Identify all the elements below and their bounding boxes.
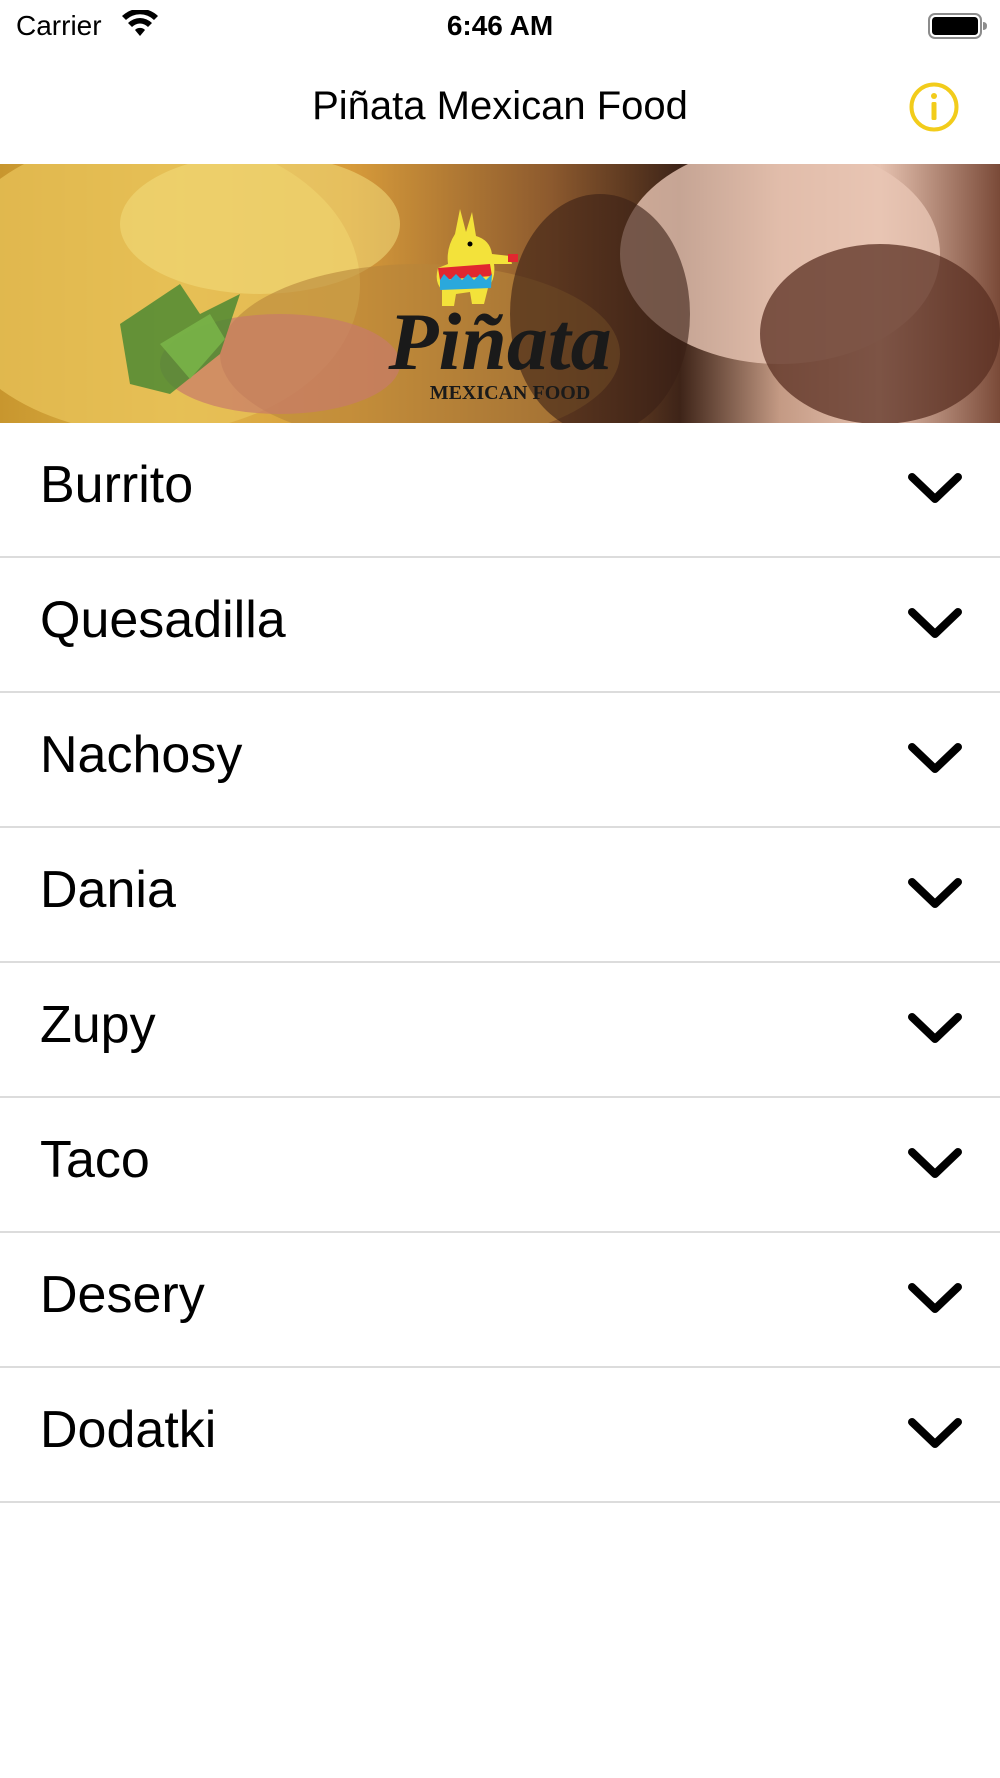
menu-category-row[interactable]: Burrito — [0, 423, 1000, 558]
menu-category-row[interactable]: Dania — [0, 828, 1000, 963]
status-bar: Carrier 6:46 AM — [0, 0, 1000, 54]
chevron-down-icon[interactable] — [906, 604, 964, 644]
svg-text:Piñata: Piñata — [387, 296, 611, 387]
menu-category-row[interactable]: Nachosy — [0, 693, 1000, 828]
menu-category-list: Burrito Quesadilla Nachosy Dania Zupy Ta… — [0, 423, 1000, 1503]
menu-category-label: Burrito — [40, 456, 194, 514]
svg-text:MEXICAN FOOD: MEXICAN FOOD — [430, 382, 591, 404]
chevron-down-icon[interactable] — [906, 469, 964, 509]
menu-category-label: Nachosy — [40, 726, 243, 784]
menu-category-label: Dania — [40, 861, 176, 919]
menu-category-label: Zupy — [40, 996, 156, 1054]
chevron-down-icon[interactable] — [906, 1144, 964, 1184]
menu-category-row[interactable]: Desery — [0, 1233, 1000, 1368]
page-title: Piñata Mexican Food — [312, 84, 688, 128]
menu-category-row[interactable]: Taco — [0, 1098, 1000, 1233]
menu-category-row[interactable]: Dodatki — [0, 1368, 1000, 1503]
menu-category-label: Desery — [40, 1266, 205, 1324]
navigation-bar: Piñata Mexican Food — [0, 54, 1000, 164]
chevron-down-icon[interactable] — [906, 1279, 964, 1319]
chevron-down-icon[interactable] — [906, 739, 964, 779]
pinata-logo: Piñata MEXICAN FOOD — [387, 209, 612, 404]
chevron-down-icon[interactable] — [906, 1009, 964, 1049]
chevron-down-icon[interactable] — [906, 1414, 964, 1454]
menu-category-row[interactable]: Zupy — [0, 963, 1000, 1098]
info-circle-icon[interactable] — [908, 81, 960, 133]
menu-category-label: Taco — [40, 1131, 150, 1189]
battery-full-icon — [928, 13, 987, 39]
status-time: 6:46 AM — [446, 10, 554, 41]
menu-category-label: Quesadilla — [40, 591, 286, 649]
menu-category-row[interactable]: Quesadilla — [0, 558, 1000, 693]
hero-banner: Piñata MEXICAN FOOD — [0, 164, 1000, 423]
chevron-down-icon[interactable] — [906, 874, 964, 914]
menu-category-label: Dodatki — [40, 1401, 217, 1459]
